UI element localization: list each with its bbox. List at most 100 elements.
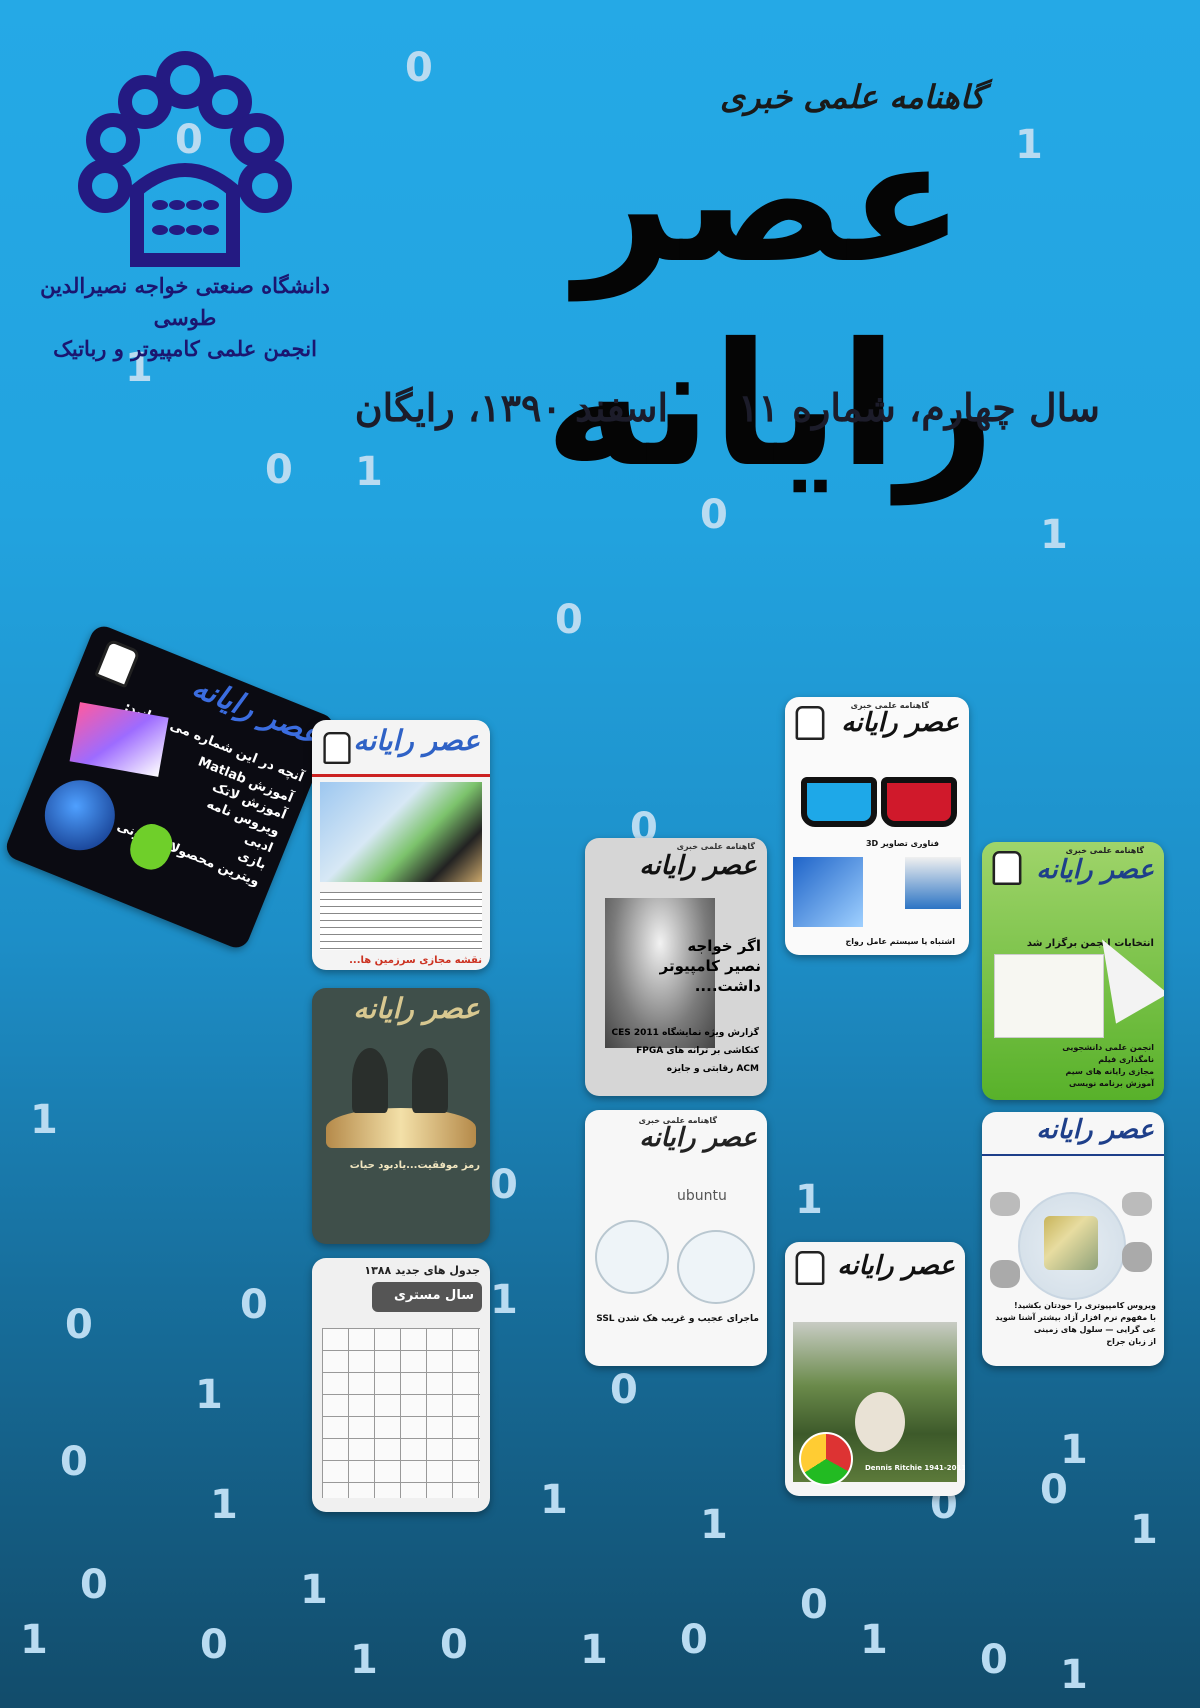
cover-green: گاهنامه علمی خبری عصر رایانه انتخابات ان…: [982, 842, 1164, 1100]
binary-digit: 1: [195, 1372, 223, 1418]
book-image: [326, 1108, 476, 1148]
binary-digit: 0: [1040, 1467, 1068, 1513]
binary-digit: 1: [300, 1567, 328, 1613]
green-line: نامگذاری فیلم: [1098, 1055, 1154, 1064]
cover-glasses: گاهنامه علمی خبری عصر رایانه فناوری تصاو…: [785, 697, 969, 955]
cover-logo-icon: [323, 732, 351, 764]
cover-cpu: عصر رایانه ویروس کامپیوتری را خودتان بکش…: [982, 1112, 1164, 1366]
cover-caption: نقشه مجازی سرزمین ها...: [349, 955, 482, 966]
green-line: آموزش برنامه نویسی: [1069, 1079, 1154, 1088]
cover-puzzle: جدول های جدید ۱۳۸۸ سال مستری: [312, 1258, 490, 1512]
cover-caption: اشتباه یا سیستم عامل رواج: [845, 937, 955, 946]
banner-text: سال مستری: [393, 1288, 474, 1303]
cover-masthead: عصر رایانه: [639, 1123, 757, 1153]
laptops-image: [320, 782, 482, 882]
cover-nasir: گاهنامه علمی خبری عصر رایانه اگر خواجه ن…: [585, 838, 767, 1096]
cover-item: گزارش ویژه نمایشگاه CES 2011: [611, 1028, 759, 1038]
cpu-line: با مفهوم نرم افزار آزاد بیشتر آشنا شوید: [995, 1313, 1156, 1322]
binary-digit: 0: [405, 45, 433, 91]
cover-masthead: عصر رایانه: [837, 1251, 955, 1281]
cover-ubuntu: گاهنامه علمی خبری عصر رایانه ubuntu ماجر…: [585, 1110, 767, 1366]
binary-digit: 0: [610, 1367, 638, 1413]
binary-digit: 1: [540, 1477, 568, 1523]
cpu-box-image: [793, 857, 863, 927]
cover-lines: انجمن علمی دانشجویی نامگذاری فیلم مجازی …: [1062, 1042, 1154, 1090]
binary-digit: 0: [265, 447, 293, 493]
cover-park: عصر رایانه Dennis Ritchie 1941-2011: [785, 1242, 965, 1496]
issue-info: سال چهارم، شماره ۱۱: [738, 385, 1100, 430]
green-line: انجمن علمی دانشجویی: [1062, 1043, 1154, 1052]
binary-digit: 1: [1040, 512, 1068, 558]
cpu-corner-image: [990, 1192, 1020, 1216]
fish-bowl-right-image: [677, 1230, 755, 1304]
binary-digit: 1: [210, 1482, 238, 1528]
lens-blue: [801, 777, 877, 827]
cover-banner: سال مستری: [372, 1282, 482, 1312]
cover-top-label: جدول های جدید ۱۳۸۸: [364, 1264, 480, 1277]
cover-caption: رمز موفقیت...یادبود حیات: [349, 1160, 480, 1171]
cover-masthead: عصر رایانه: [639, 851, 757, 881]
binary-digit: 1: [860, 1617, 888, 1663]
binary-digit: 1: [350, 1637, 378, 1683]
binary-digit: 1: [1060, 1427, 1088, 1473]
green-line: مجازی رایانه های سیم: [1065, 1067, 1154, 1076]
binary-digit: 1: [1060, 1652, 1088, 1698]
magazine-title: عصر رایانه: [544, 103, 998, 505]
binary-digit: 1: [20, 1617, 48, 1663]
cover-subtitle: گاهنامه علمی خبری: [1065, 846, 1144, 855]
binary-digit: 1: [1130, 1507, 1158, 1553]
cover-headline: ماجرای عجیب و غریب هک شدن SSL: [596, 1314, 759, 1324]
binary-digit: 0: [800, 1582, 828, 1628]
binary-digit: 0: [680, 1617, 708, 1663]
binary-digit: 0: [490, 1162, 518, 1208]
cover-divider: [982, 1154, 1164, 1156]
puzzle-grid: [322, 1328, 480, 1498]
cpu-line: عی گرایی — سلول های زمینی: [1033, 1325, 1156, 1334]
cover-logo-icon: [94, 638, 141, 689]
binary-digit: 1: [490, 1277, 518, 1323]
cover-text-block: [320, 892, 482, 950]
binary-digit: 1: [700, 1502, 728, 1548]
logo-caption: دانشگاه صنعتی خواجه نصیرالدین طوسی انجمن…: [40, 270, 330, 365]
tree-right-image: [412, 1048, 448, 1113]
portrait-circle-image: [855, 1392, 905, 1452]
cpu-line: ویروس کامپیوتری را خودتان بکشید!: [1014, 1301, 1156, 1310]
date-price: اسفند ۱۳۹۰، رایگان: [354, 385, 669, 430]
cover-masthead: عصر رایانه: [841, 708, 959, 738]
cover-item: ACM رقابتی و جایزه: [666, 1064, 759, 1074]
cover-laptops: عصر رایانه نقشه مجازی سرزمین ها...: [312, 720, 490, 970]
fish-bowl-left-image: [595, 1220, 669, 1294]
cover-subtitle: گاهنامه علمی خبری: [676, 842, 755, 851]
cpu-line: از زبان جراح: [1106, 1337, 1156, 1346]
cover-divider: [312, 774, 490, 777]
globe-image: [34, 769, 126, 861]
university-name: دانشگاه صنعتی خواجه نصیرالدین طوسی: [40, 273, 330, 330]
binary-digit: 0: [555, 597, 583, 643]
cover-masthead: عصر رایانه: [353, 992, 480, 1025]
binary-digit: 1: [30, 1097, 58, 1143]
binary-digit: 0: [980, 1637, 1008, 1683]
binary-digit: 1: [580, 1627, 608, 1673]
cover-lines: ویروس کامپیوتری را خودتان بکشید! با مفهو…: [995, 1300, 1156, 1348]
ubuntu-brand: ubuntu: [677, 1188, 727, 1204]
cover-item: کنکاشی بر ترانه های FPGA: [636, 1046, 759, 1056]
binary-digit: 0: [80, 1562, 108, 1608]
lens-red: [881, 777, 957, 827]
server-image: [905, 857, 961, 909]
cover-logo-icon: [795, 1251, 825, 1285]
cover-logo-icon: [795, 706, 825, 740]
cpu-corner-image: [1122, 1192, 1152, 1216]
cover-tilted: عصر رایانه آنچه در این شماره می خوانید: …: [2, 622, 338, 952]
cover-masthead: عصر رایانه: [1036, 855, 1154, 885]
cover-caption: فناوری تصاویر 3D: [865, 839, 939, 848]
cpu-corner-image: [1122, 1242, 1152, 1272]
binary-digit: 0: [200, 1622, 228, 1668]
ritchie-name: Dennis Ritchie 1941-2011: [865, 1464, 965, 1472]
glasses-image: [795, 767, 959, 827]
binary-digit: 1: [355, 449, 383, 495]
binary-digit: 0: [65, 1302, 93, 1348]
cover-headline: اگر خواجه نصیر کامپیوتر داشت....: [659, 937, 761, 995]
binary-digit: 0: [240, 1282, 268, 1328]
cover-book: عصر رایانه رمز موفقیت...یادبود حیات: [312, 988, 490, 1244]
cover-masthead: عصر رایانه: [353, 724, 480, 757]
